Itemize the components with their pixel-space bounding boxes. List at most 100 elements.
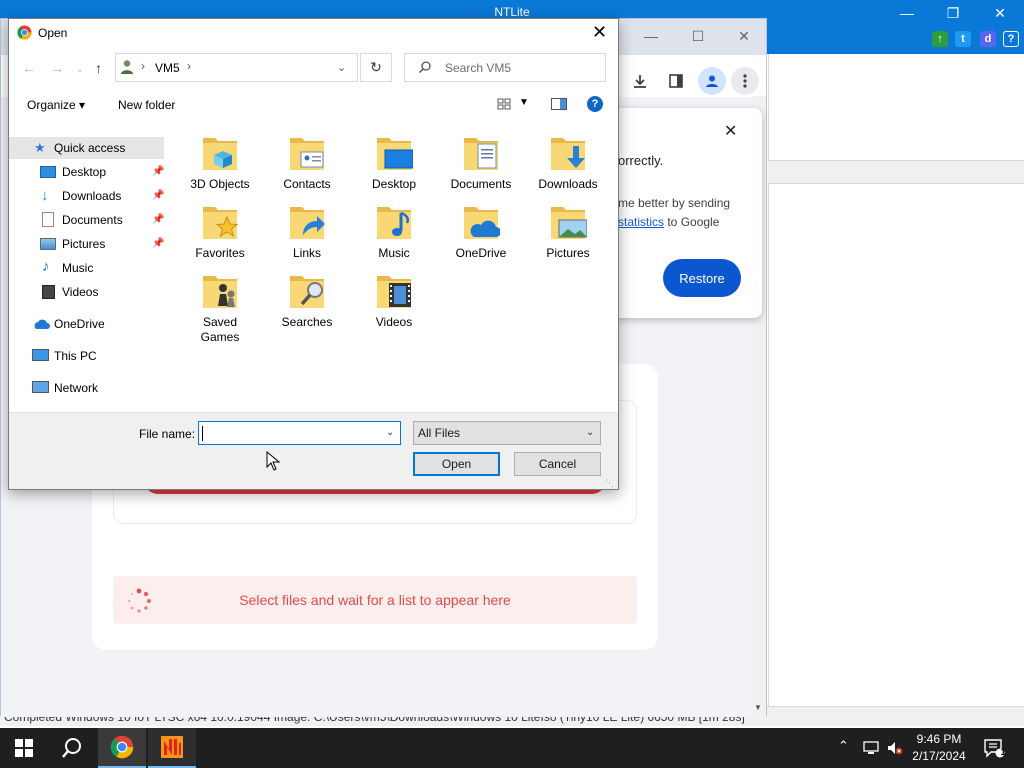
restore-button[interactable]: Restore	[663, 259, 741, 297]
cancel-button[interactable]: Cancel	[514, 452, 601, 476]
sidebar-item-downloads[interactable]: ↓ Downloads	[40, 185, 160, 207]
file-type-select[interactable]: All Files	[413, 421, 601, 445]
chrome-minimize-icon[interactable]: —	[636, 28, 666, 44]
folder-downloads[interactable]: Downloads	[528, 132, 608, 192]
twitter-icon[interactable]: t	[955, 31, 971, 47]
pin-icon[interactable]: 📌	[152, 190, 164, 201]
folder-documents[interactable]: Documents	[441, 132, 521, 192]
dialog-close-icon[interactable]: ✕	[592, 22, 607, 43]
view-options-icon[interactable]	[497, 98, 511, 110]
up-arrow-icon[interactable]: ↑	[95, 60, 102, 76]
statistics-link[interactable]: statistics	[618, 215, 664, 229]
resize-grip-icon[interactable]: ⋱	[605, 478, 614, 489]
folder-saved-games[interactable]: Saved Games	[180, 270, 260, 345]
organize-button[interactable]: Organize ▾	[27, 98, 85, 112]
sidebar-item-onedrive[interactable]: OneDrive	[32, 313, 160, 335]
folder-videos[interactable]: Videos	[354, 270, 434, 330]
folder-favorites[interactable]: Favorites	[180, 201, 260, 261]
folder-label: OneDrive	[455, 246, 507, 260]
folder-onedrive[interactable]: OneDrive	[441, 201, 521, 261]
forward-arrow-icon[interactable]: →	[50, 60, 64, 76]
sidebar-item-label: Quick access	[54, 141, 126, 155]
profile-icon[interactable]	[698, 67, 726, 95]
ntlite-grid	[768, 54, 1024, 710]
ntlite-grid-header	[768, 160, 1024, 184]
start-button[interactable]	[0, 728, 48, 768]
pin-icon[interactable]: 📌	[152, 166, 164, 177]
download-arrow-icon	[551, 138, 585, 170]
chrome-maximize-icon[interactable]: ☐	[683, 28, 713, 45]
chrome-close-icon[interactable]: ✕	[729, 28, 759, 45]
new-folder-button[interactable]: New folder	[118, 98, 175, 112]
chess-icon	[203, 276, 237, 308]
link-arrow-icon	[290, 207, 325, 239]
sidebar-item-videos[interactable]: Videos	[40, 281, 160, 303]
sidebar-item-this-pc[interactable]: This PC	[32, 345, 160, 367]
sidebar-item-label: Network	[54, 381, 99, 395]
volume-muted-icon[interactable]	[886, 740, 904, 756]
side-panel-icon[interactable]	[662, 67, 690, 95]
minimize-icon[interactable]: —	[884, 0, 930, 26]
path-separator-icon[interactable]: ›	[187, 59, 191, 73]
discord-icon[interactable]: d	[980, 31, 996, 47]
view-dropdown-icon[interactable]: ▼	[519, 97, 529, 108]
more-menu-icon[interactable]	[731, 67, 759, 95]
scroll-down-icon[interactable]: ▼	[754, 703, 762, 712]
folder-label: Music	[378, 246, 410, 260]
help-icon[interactable]: ?	[587, 96, 603, 112]
address-bar[interactable]	[115, 53, 358, 82]
cloud-icon	[34, 319, 50, 329]
folder-music[interactable]: Music	[354, 201, 434, 261]
refresh-button[interactable]: ↻	[360, 53, 392, 82]
pin-icon[interactable]: 📌	[152, 214, 164, 225]
back-arrow-icon[interactable]: ←	[22, 60, 36, 76]
sidebar-item-pictures[interactable]: Pictures	[40, 233, 160, 255]
sidebar-item-music[interactable]: ♪ Music	[40, 257, 160, 279]
chrome-logo-icon	[17, 25, 32, 40]
search-button[interactable]	[48, 728, 96, 768]
folder-pictures[interactable]: Pictures	[528, 201, 608, 261]
video-icon	[42, 285, 55, 299]
folder-links[interactable]: Links	[267, 201, 347, 261]
sidebar-item-network[interactable]: Network	[32, 377, 160, 399]
network-icon	[32, 381, 49, 393]
folder-desktop[interactable]: Desktop	[354, 132, 434, 192]
popup-close-icon[interactable]: ✕	[724, 121, 737, 141]
folder-label: Pictures	[546, 246, 590, 260]
preview-pane-icon[interactable]	[551, 98, 567, 110]
ntlite-title: NTLite	[494, 5, 530, 19]
recent-dropdown-icon[interactable]: ⌄	[76, 64, 84, 75]
system-clock[interactable]: 9:46 PM 2/17/2024	[904, 731, 974, 765]
folder-label: Videos	[375, 315, 413, 329]
sidebar-item-documents[interactable]: Documents	[40, 209, 160, 231]
sidebar-item-quick-access[interactable]: ★ Quick access	[9, 137, 164, 159]
update-icon[interactable]: ↑	[932, 31, 948, 47]
folder-contacts[interactable]: Contacts	[267, 132, 347, 192]
document-icon	[42, 212, 54, 227]
folder-searches[interactable]: Searches	[267, 270, 347, 330]
contact-card-icon	[290, 138, 324, 170]
file-type-dropdown-icon[interactable]: ⌄	[586, 427, 594, 438]
text-caret	[202, 426, 203, 441]
file-name-dropdown-icon[interactable]: ⌄	[386, 427, 394, 438]
restore-icon[interactable]: ❐	[930, 0, 976, 26]
help-icon[interactable]: ?	[1003, 31, 1019, 47]
show-hidden-icons-icon[interactable]: ⌃	[838, 738, 849, 754]
file-name-input[interactable]	[198, 421, 401, 445]
taskbar-ntlite[interactable]	[148, 728, 196, 768]
search-input[interactable]: Search VM5	[445, 61, 511, 75]
taskbar-chrome[interactable]	[98, 728, 146, 768]
folder-3d-objects[interactable]: 3D Objects	[180, 132, 260, 192]
download-icon[interactable]	[626, 67, 654, 95]
sidebar-item-desktop[interactable]: Desktop	[40, 161, 160, 183]
computer-icon	[32, 349, 49, 361]
close-icon[interactable]: ✕	[977, 0, 1023, 26]
sidebar-item-label: Downloads	[62, 189, 122, 203]
address-dropdown-icon[interactable]: ⌄	[337, 61, 346, 74]
film-icon	[377, 276, 411, 308]
address-path[interactable]: VM5	[155, 61, 180, 75]
sidebar-item-label: Videos	[62, 285, 99, 299]
pin-icon[interactable]: 📌	[152, 238, 164, 249]
open-button[interactable]: Open	[413, 452, 500, 476]
network-status-icon[interactable]	[863, 740, 881, 756]
